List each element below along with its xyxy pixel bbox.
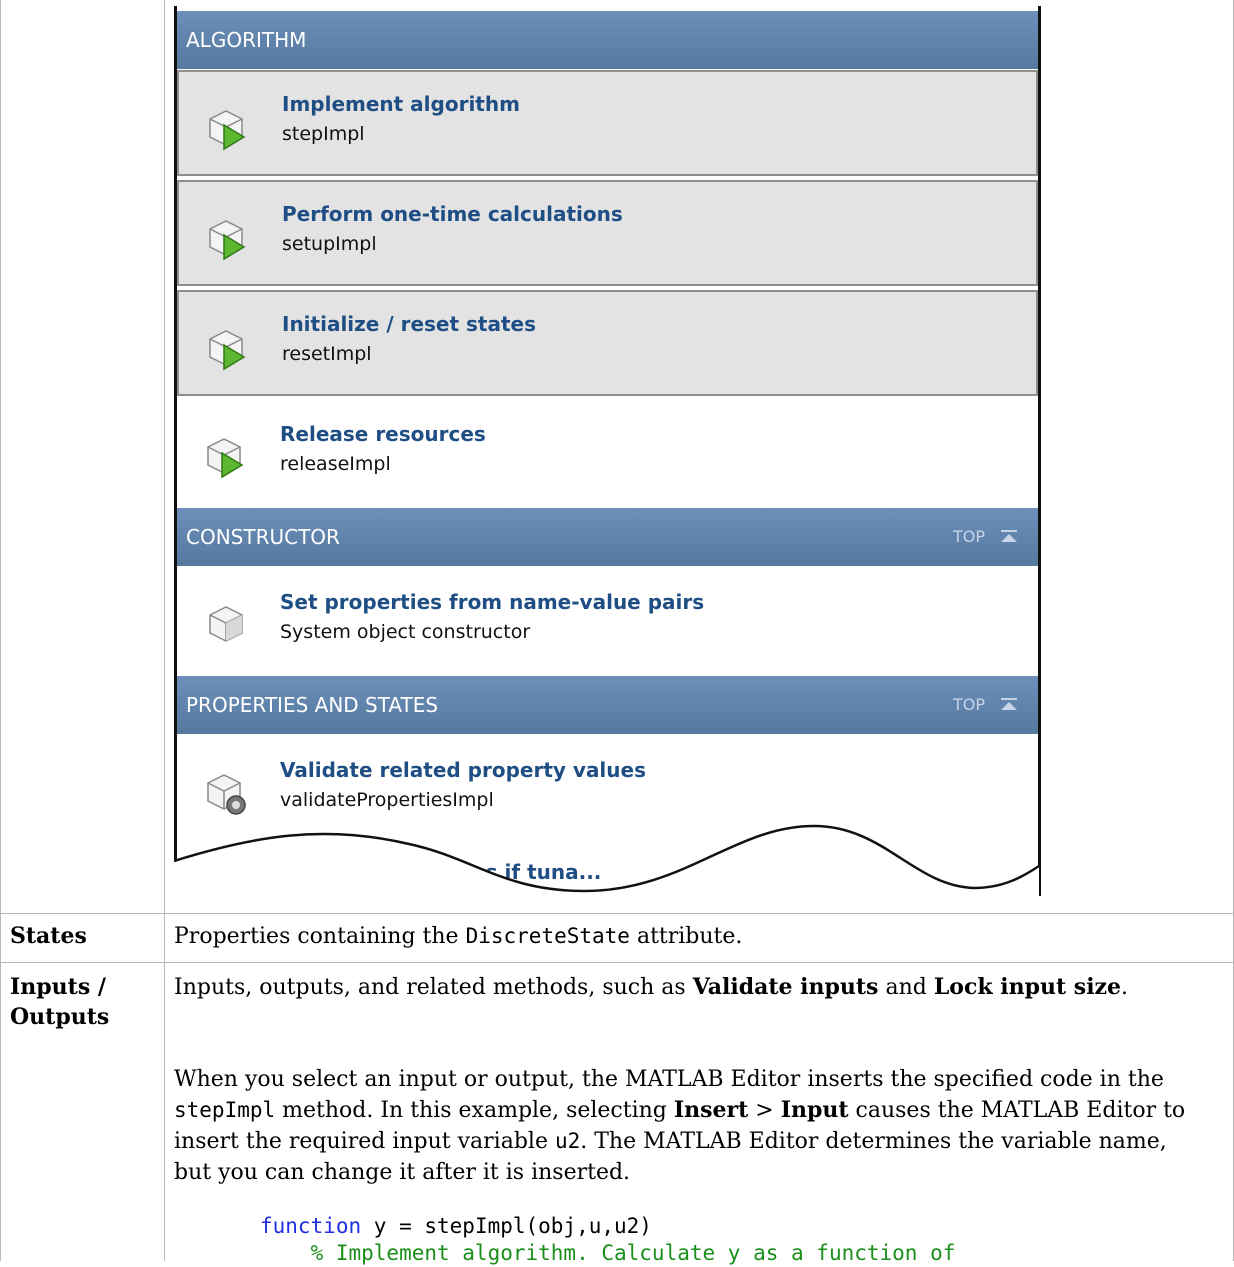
code-example: function y = stepImpl(obj,u,u2) % Implem… — [260, 1213, 955, 1267]
code-text: u2 — [554, 1129, 581, 1153]
io-paragraph-1: Inputs, outputs, and related methods, su… — [174, 972, 1204, 1003]
row-heading-inputs-outputs: Inputs / Outputs — [10, 972, 109, 1032]
code-comment: % Implement algorithm. Calculate y as a … — [260, 1241, 956, 1265]
bold-text: Input — [780, 1097, 849, 1123]
text: Inputs, outputs, and related methods, su… — [174, 975, 693, 1000]
row-heading-states: States — [10, 923, 87, 949]
table-column-divider — [164, 0, 165, 1261]
bold-text: Validate inputs — [692, 974, 879, 1000]
text: method. In this example, selecting — [275, 1098, 674, 1123]
bold-text: Lock input size — [933, 974, 1122, 1000]
states-text: Properties containing the — [174, 924, 466, 949]
torn-edge — [174, 824, 1040, 896]
states-description: Properties containing the DiscreteState … — [174, 921, 1204, 952]
heading-line: Inputs / — [10, 974, 106, 1000]
text: . — [1121, 975, 1129, 1000]
states-text: attribute. — [629, 924, 743, 949]
code-keyword: function — [260, 1214, 362, 1238]
row-divider-io — [0, 962, 1234, 963]
text: and — [878, 975, 934, 1000]
text: When you select an input or output, the … — [174, 1067, 1164, 1092]
table-border-left — [0, 0, 1, 1261]
row-divider-states — [0, 913, 1234, 914]
code-line: y = stepImpl(obj,u,u2) — [361, 1214, 652, 1238]
io-paragraph-2: When you select an input or output, the … — [174, 1064, 1204, 1188]
bold-text: Insert — [673, 1097, 749, 1123]
states-code: DiscreteState — [465, 924, 630, 948]
code-text: stepImpl — [174, 1098, 276, 1122]
text: > — [748, 1098, 781, 1123]
heading-line: Outputs — [10, 1004, 110, 1030]
system-object-menu-screenshot: ALGORITHM Implement algorithm stepImpl P… — [174, 6, 1041, 896]
